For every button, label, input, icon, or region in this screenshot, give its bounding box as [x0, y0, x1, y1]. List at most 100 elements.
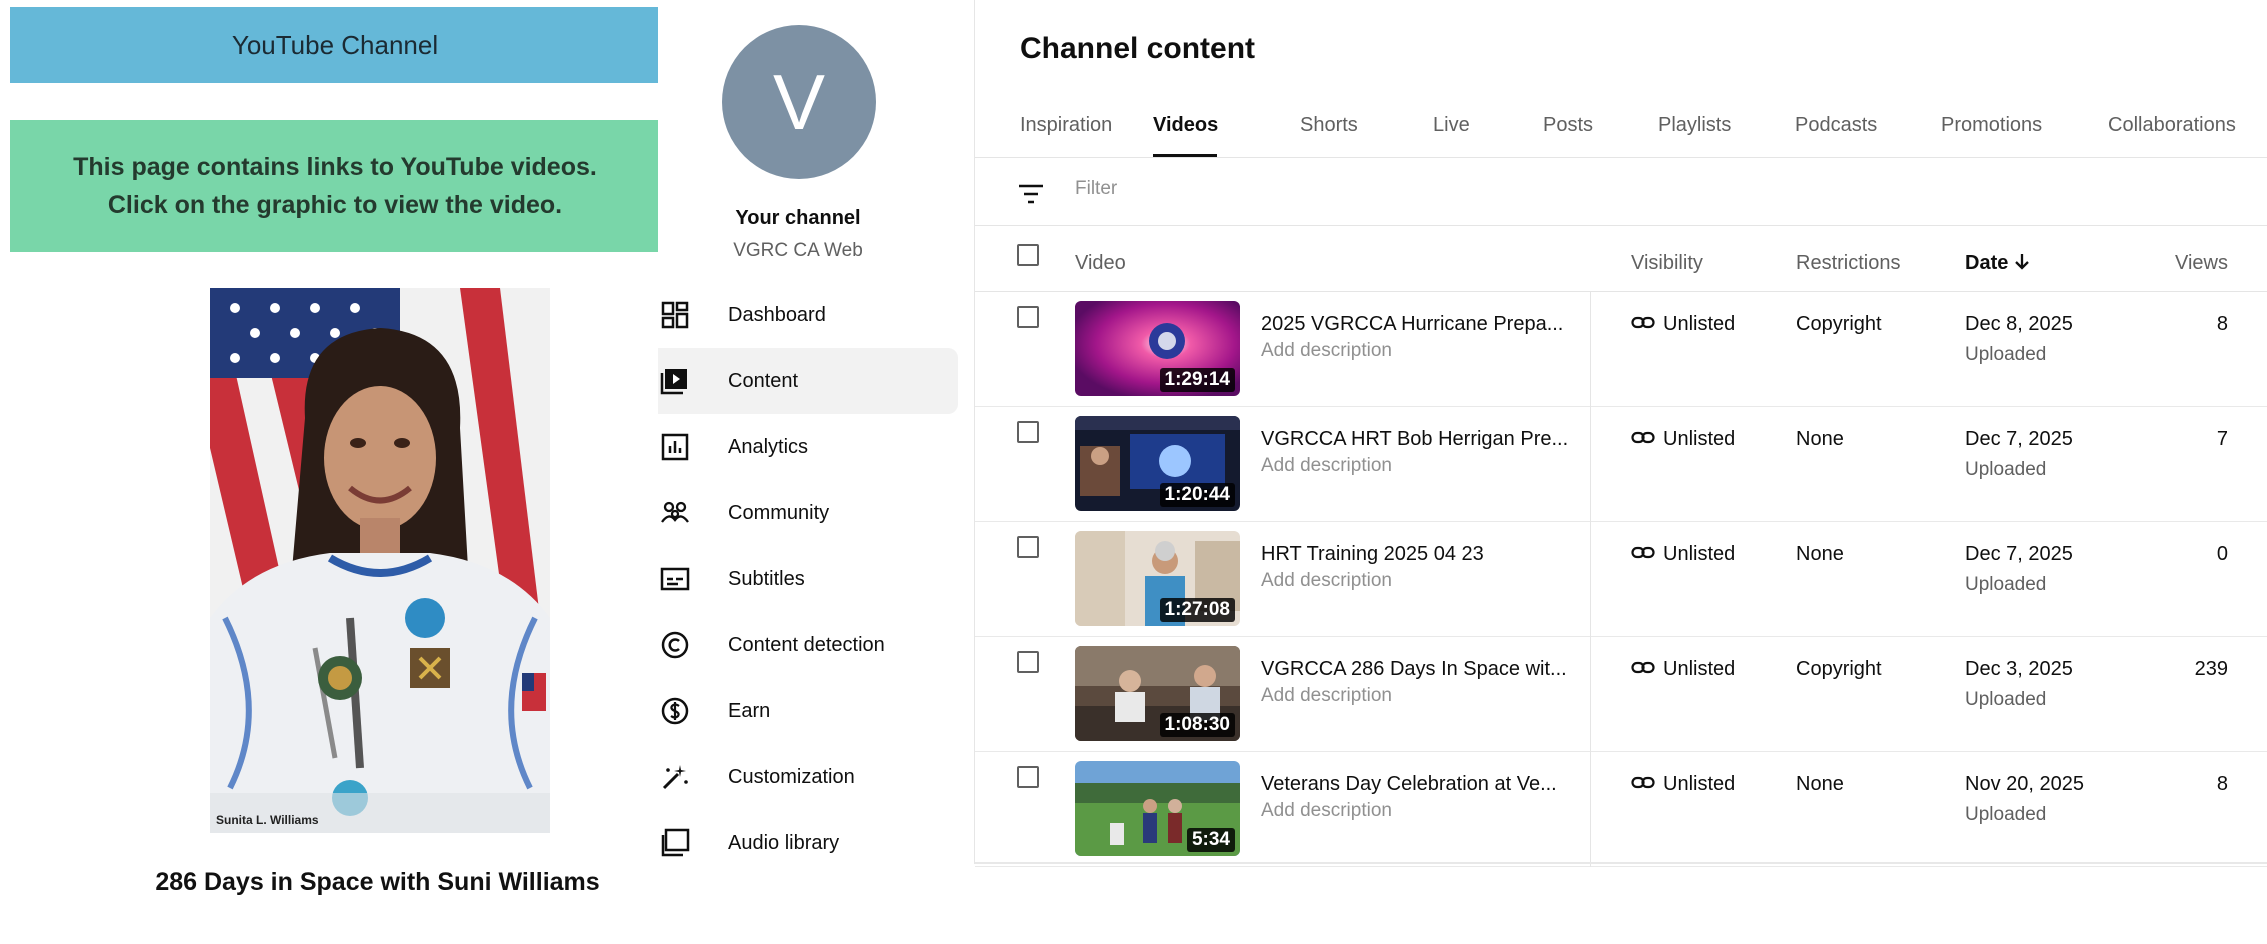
video-thumbnail[interactable]: 5:34	[1075, 761, 1240, 856]
link-icon	[1631, 543, 1655, 566]
video-thumbnail[interactable]: 1:20:44	[1075, 416, 1240, 511]
table-row[interactable]: 5:34 Veterans Day Celebration at Ve... A…	[975, 752, 2267, 867]
table-row[interactable]: 1:27:08 HRT Training 2025 04 23 Add desc…	[975, 522, 2267, 637]
table-row[interactable]: 1:08:30 VGRCCA 286 Days In Space wit... …	[975, 637, 2267, 752]
video-thumbnail[interactable]: 1:29:14	[1075, 301, 1240, 396]
link-icon	[1631, 428, 1655, 451]
audio-library-icon	[658, 828, 728, 858]
channel-handle: VGRC CA Web	[733, 240, 863, 261]
tab-posts[interactable]: Posts	[1543, 114, 1593, 137]
views-value: 8	[2216, 313, 2228, 335]
tab-promotions[interactable]: Promotions	[1941, 114, 2042, 137]
avatar-letter: V	[772, 57, 826, 146]
video-description[interactable]: Add description	[1261, 685, 1392, 707]
notice-line-1: This page contains links to YouTube vide…	[73, 153, 597, 181]
filter-input[interactable]	[1075, 178, 1475, 200]
video-description[interactable]: Add description	[1261, 455, 1392, 477]
video-thumbnail[interactable]: 1:27:08	[1075, 531, 1240, 626]
link-icon	[1631, 313, 1655, 336]
date-value: Nov 20, 2025	[1965, 773, 2084, 795]
select-all-checkbox[interactable]	[1017, 244, 1039, 266]
filter-bar	[975, 160, 2267, 226]
restrictions-value[interactable]: Copyright	[1796, 313, 1882, 336]
tab-live[interactable]: Live	[1433, 114, 1470, 137]
visibility-dropdown[interactable]: Unlisted	[1631, 773, 1735, 796]
sidebar-item-label: Customization	[728, 765, 855, 788]
column-video[interactable]: Video	[1075, 252, 1126, 275]
column-visibility[interactable]: Visibility	[1631, 252, 1703, 275]
photo-caption: Sunita L. Williams	[216, 813, 319, 827]
community-icon	[658, 498, 728, 528]
date-value: Dec 3, 2025	[1965, 658, 2073, 680]
channel-avatar[interactable]: V	[722, 25, 876, 179]
sidebar-item-label: Audio library	[728, 831, 840, 854]
video-title[interactable]: Veterans Day Celebration at Ve...	[1261, 773, 1557, 796]
active-tab-indicator	[1153, 154, 1217, 157]
video-description[interactable]: Add description	[1261, 800, 1392, 822]
video-description[interactable]: Add description	[1261, 570, 1392, 592]
row-checkbox[interactable]	[1017, 766, 1039, 788]
visibility-dropdown[interactable]: Unlisted	[1631, 428, 1735, 451]
restrictions-value[interactable]: None	[1796, 428, 1844, 451]
tab-videos[interactable]: Videos	[1153, 114, 1218, 137]
sidebar-item-label: Content detection	[728, 633, 885, 656]
notice-box: This page contains links to YouTube vide…	[10, 120, 660, 252]
youtube-channel-banner: YouTube Channel	[10, 7, 660, 83]
table-row[interactable]: 1:20:44 VGRCCA HRT Bob Herrigan Pre... A…	[975, 407, 2267, 522]
sidebar-item-content-detection[interactable]: Content detection	[658, 612, 958, 678]
table-row[interactable]: 1:29:14 2025 VGRCCA Hurricane Prepa... A…	[975, 292, 2267, 407]
visibility-label: Unlisted	[1663, 773, 1736, 795]
visibility-label: Unlisted	[1663, 313, 1736, 335]
video-title[interactable]: VGRCCA HRT Bob Herrigan Pre...	[1261, 428, 1568, 451]
content-tabs: Inspiration Videos Shorts Live Posts Pla…	[975, 100, 2267, 158]
studio-bottom-border	[975, 862, 2267, 864]
row-checkbox[interactable]	[1017, 421, 1039, 443]
sidebar-item-label: Community	[728, 501, 830, 524]
sidebar-item-subtitles[interactable]: Subtitles	[658, 546, 958, 612]
video-title[interactable]: HRT Training 2025 04 23	[1261, 543, 1484, 566]
sidebar-item-label: Dashboard	[728, 303, 826, 326]
row-checkbox[interactable]	[1017, 306, 1039, 328]
tab-collaborations[interactable]: Collaborations	[2108, 114, 2236, 137]
arrow-down-icon	[2014, 252, 2030, 274]
column-views[interactable]: Views	[2175, 252, 2228, 275]
sidebar-item-earn[interactable]: Earn	[658, 678, 958, 744]
subtitles-icon	[658, 564, 728, 594]
column-date-label: Date	[1965, 252, 2009, 274]
video-thumbnail[interactable]: 1:08:30	[1075, 646, 1240, 741]
sidebar-item-analytics[interactable]: Analytics	[658, 414, 958, 480]
tab-playlists[interactable]: Playlists	[1658, 114, 1731, 137]
restrictions-value[interactable]: None	[1796, 543, 1844, 566]
visibility-dropdown[interactable]: Unlisted	[1631, 543, 1735, 566]
tab-podcasts[interactable]: Podcasts	[1795, 114, 1877, 137]
video-title[interactable]: 2025 VGRCCA Hurricane Prepa...	[1261, 313, 1563, 336]
column-restrictions[interactable]: Restrictions	[1796, 252, 1900, 275]
sidebar-item-audio-library[interactable]: Audio library	[658, 810, 958, 864]
sidebar-item-dashboard[interactable]: Dashboard	[658, 282, 958, 348]
restrictions-value[interactable]: Copyright	[1796, 658, 1882, 681]
sidebar-item-label: Earn	[728, 699, 771, 722]
visibility-dropdown[interactable]: Unlisted	[1631, 313, 1735, 336]
sidebar-item-content[interactable]: Content	[658, 348, 958, 414]
youtube-studio-window: V Your channel VGRC CA Web Dashboard Con…	[658, 0, 2267, 867]
visibility-dropdown[interactable]: Unlisted	[1631, 658, 1735, 681]
astronaut-photo-link[interactable]: Sunita L. Williams	[210, 288, 550, 833]
row-checkbox[interactable]	[1017, 536, 1039, 558]
sidebar-item-customization[interactable]: Customization	[658, 744, 958, 810]
video-title[interactable]: VGRCCA 286 Days In Space wit...	[1261, 658, 1567, 681]
tab-inspiration[interactable]: Inspiration	[1020, 114, 1112, 137]
views-value: 8	[2216, 773, 2228, 795]
row-checkbox[interactable]	[1017, 651, 1039, 673]
restrictions-value[interactable]: None	[1796, 773, 1844, 796]
channel-label: Your channel	[735, 207, 861, 229]
video-duration: 1:20:44	[1159, 483, 1235, 507]
sidebar-item-community[interactable]: Community	[658, 480, 958, 546]
analytics-icon	[658, 432, 728, 462]
link-icon	[1631, 773, 1655, 796]
astronaut-photo	[210, 288, 550, 833]
video-description[interactable]: Add description	[1261, 340, 1392, 362]
content-icon	[658, 366, 728, 396]
tab-shorts[interactable]: Shorts	[1300, 114, 1358, 137]
filter-icon[interactable]	[1017, 182, 1045, 211]
column-date[interactable]: Date	[1965, 252, 2030, 275]
